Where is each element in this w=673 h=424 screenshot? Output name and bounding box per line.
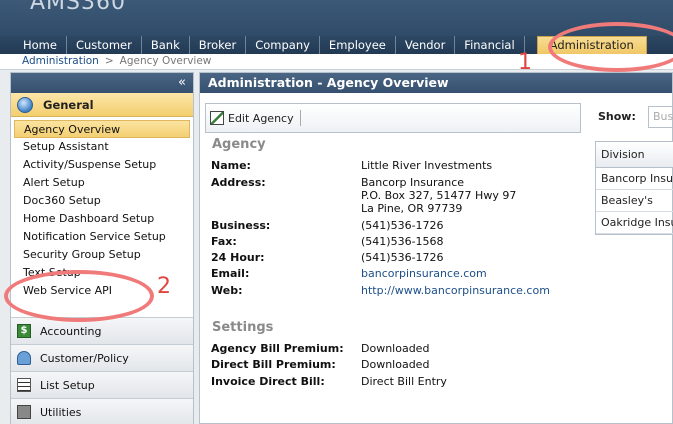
table-row[interactable]: Bancorp Insu — [596, 168, 673, 190]
sidebar-groups: $ Accounting Customer/Policy List Setup … — [11, 317, 193, 424]
nav-financial[interactable]: Financial — [455, 36, 525, 54]
sidebar-item-home-dashboard-setup[interactable]: Home Dashboard Setup — [11, 210, 193, 228]
edit-icon — [210, 111, 224, 125]
sidebar: « General Agency Overview Setup Assistan… — [10, 72, 194, 424]
name-value: Little River Investments — [361, 159, 493, 172]
tools-icon — [17, 405, 31, 419]
settings-heading: Settings — [212, 320, 274, 335]
nav-vendor[interactable]: Vendor — [396, 36, 456, 54]
name-label: Name: — [211, 159, 251, 172]
web-link[interactable]: http://www.bancorpinsurance.com — [361, 284, 550, 297]
sidebar-item-activity-suspense-setup[interactable]: Activity/Suspense Setup — [11, 156, 193, 174]
hour24-label: 24 Hour: — [211, 251, 265, 264]
sidebar-item-setup-assistant[interactable]: Setup Assistant — [11, 138, 193, 156]
direct-bill-label: Direct Bill Premium: — [211, 358, 336, 371]
email-link[interactable]: bancorpinsurance.com — [361, 267, 487, 280]
business-value: (541)536-1726 — [361, 219, 444, 232]
sidebar-item-alert-setup[interactable]: Alert Setup — [11, 174, 193, 192]
sidebar-group-label: List Setup — [40, 378, 95, 392]
division-panel: Show: Bus Division Bancorp Insu Beasley'… — [586, 103, 673, 424]
sidebar-group-list-setup[interactable]: List Setup — [11, 371, 193, 398]
globe-icon — [17, 96, 33, 113]
breadcrumb-current: Agency Overview — [119, 55, 212, 67]
show-label: Show: — [598, 110, 636, 123]
toolbar: Edit Agency — [205, 103, 581, 133]
division-table: Division Bancorp Insu Beasley's Oakridge… — [595, 141, 673, 235]
address-line-2: P.O. Box 327, 51477 Hwy 97 — [361, 189, 517, 202]
nav-employee[interactable]: Employee — [320, 36, 396, 54]
people-icon — [17, 351, 31, 365]
list-icon — [17, 378, 31, 392]
fax-label: Fax: — [211, 235, 237, 248]
callout-circle-web-service-api — [4, 270, 154, 322]
invoice-value: Direct Bill Entry — [361, 375, 447, 388]
sidebar-group-utilities[interactable]: Utilities — [11, 398, 193, 424]
address-label: Address: — [211, 176, 266, 189]
app-logo: AMS360 — [30, 0, 126, 15]
dollar-icon: $ — [17, 324, 31, 338]
show-select[interactable]: Bus — [648, 106, 673, 128]
sidebar-item-security-group-setup[interactable]: Security Group Setup — [11, 246, 193, 264]
sidebar-section-general[interactable]: General — [11, 93, 193, 117]
edit-agency-button[interactable]: Edit Agency — [228, 112, 294, 125]
sidebar-item-notification-service-setup[interactable]: Notification Service Setup — [11, 228, 193, 246]
direct-bill-value: Downloaded — [361, 358, 430, 371]
address-line-3: La Pine, OR 97739 — [361, 202, 463, 215]
sidebar-collapse-button[interactable]: « — [11, 73, 193, 93]
sidebar-group-label: Utilities — [40, 405, 82, 419]
sidebar-group-customer-policy[interactable]: Customer/Policy — [11, 344, 193, 371]
sidebar-item-doc360-setup[interactable]: Doc360 Setup — [11, 192, 193, 210]
callout-circle-administration — [548, 22, 673, 72]
agency-heading: Agency — [212, 137, 266, 152]
hour24-value: (541)536-1726 — [361, 251, 444, 264]
page-title: Administration - Agency Overview — [200, 73, 672, 93]
email-label: Email: — [211, 267, 250, 280]
breadcrumb-separator: > — [104, 55, 114, 67]
nav-broker[interactable]: Broker — [190, 36, 247, 54]
sidebar-section-label: General — [43, 97, 94, 112]
breadcrumb-root[interactable]: Administration — [22, 55, 99, 67]
callout-number-two: 2 — [157, 274, 171, 299]
sidebar-group-accounting[interactable]: $ Accounting — [11, 317, 193, 344]
nav-customer[interactable]: Customer — [67, 36, 142, 54]
sidebar-group-label: Customer/Policy — [40, 351, 129, 365]
sidebar-item-agency-overview[interactable]: Agency Overview — [14, 120, 190, 138]
table-row[interactable]: Oakridge Insu — [596, 212, 673, 234]
web-label: Web: — [211, 284, 243, 297]
invoice-label: Invoice Direct Bill: — [211, 375, 325, 388]
table-row[interactable]: Beasley's — [596, 190, 673, 212]
agency-bill-value: Downloaded — [361, 342, 430, 355]
division-column-header[interactable]: Division — [596, 142, 673, 168]
toolbar-divider — [299, 110, 301, 126]
collapse-icon: « — [178, 75, 186, 90]
address-line-1: Bancorp Insurance — [361, 176, 465, 189]
agency-bill-label: Agency Bill Premium: — [211, 342, 344, 355]
nav-company[interactable]: Company — [246, 36, 320, 54]
main-panel: Administration - Agency Overview Edit Ag… — [199, 72, 673, 424]
fax-value: (541)536-1568 — [361, 235, 444, 248]
callout-number-one: 1 — [518, 50, 532, 75]
sidebar-group-label: Accounting — [40, 324, 102, 338]
nav-bank[interactable]: Bank — [142, 36, 190, 54]
nav-home[interactable]: Home — [14, 36, 67, 54]
business-label: Business: — [211, 219, 271, 232]
